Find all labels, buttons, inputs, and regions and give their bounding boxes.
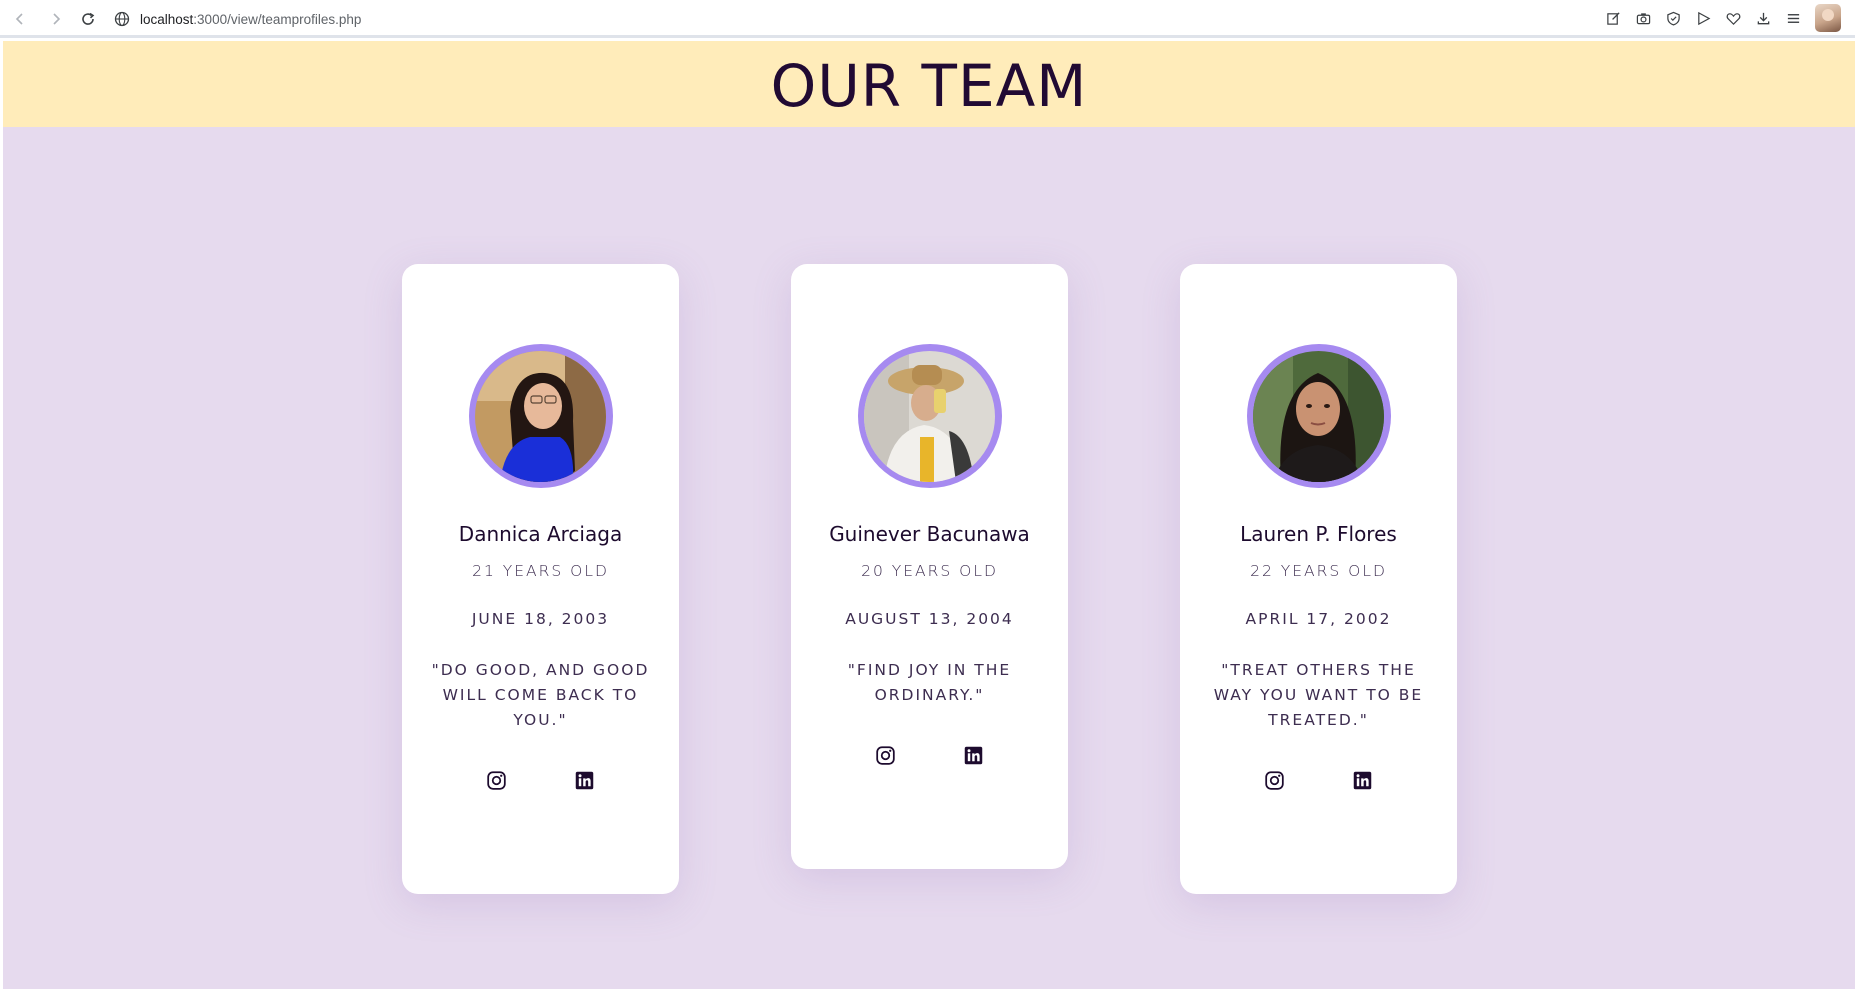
chevron-right-icon: [53, 13, 61, 25]
url-path: :3000/view/teamprofiles.php: [193, 11, 362, 27]
edit-icon: [1606, 11, 1620, 25]
reload-icon: [82, 12, 95, 25]
shield-button[interactable]: [1665, 8, 1681, 28]
header-banner: OUR TEAM: [3, 41, 1855, 127]
profile-photo: [864, 350, 995, 482]
linkedin-icon: [964, 746, 983, 764]
member-birthday: AUGUST 13, 2004: [845, 610, 1014, 628]
profile-photo-ring: [857, 344, 1002, 488]
social-links: [1180, 769, 1457, 791]
page-title: OUR TEAM: [770, 52, 1088, 120]
back-button[interactable]: [8, 7, 32, 31]
reload-button[interactable]: [76, 7, 100, 31]
instagram-icon: [487, 770, 506, 790]
profile-photo-ring: [1246, 344, 1391, 488]
member-birthday: JUNE 18, 2003: [471, 610, 610, 628]
member-age: 22 YEARS OLD: [1250, 562, 1387, 580]
play-button[interactable]: [1695, 8, 1711, 28]
instagram-link[interactable]: [1264, 769, 1286, 791]
profile-photo: [1253, 350, 1384, 482]
team-page: OUR TEAM Dannica Arciaga 21 YEARS OLD JU…: [3, 41, 1855, 989]
forward-button[interactable]: [44, 7, 68, 31]
screenshot-button[interactable]: [1635, 8, 1651, 28]
browser-toolbar: localhost:3000/view/teamprofiles.php: [0, 0, 1855, 38]
instagram-icon: [1265, 770, 1284, 790]
globe-icon: [114, 11, 130, 27]
favorite-button[interactable]: [1725, 8, 1741, 28]
instagram-link[interactable]: [486, 769, 508, 791]
url-host: localhost: [140, 11, 194, 27]
linkedin-link[interactable]: [574, 769, 596, 791]
photo-dannica: [475, 350, 606, 482]
browser-profile-avatar[interactable]: [1815, 4, 1841, 32]
camera-icon: [1636, 12, 1650, 24]
photo-lauren: [1253, 350, 1384, 482]
profile-photo-ring: [468, 344, 613, 488]
team-card-guinever: Guinever Bacunawa 20 YEARS OLD AUGUST 13…: [791, 264, 1068, 869]
member-name: Lauren P. Flores: [1240, 522, 1397, 546]
play-icon: [1697, 11, 1710, 25]
chevron-left-icon: [15, 13, 23, 25]
linkedin-link[interactable]: [1352, 769, 1374, 791]
member-name: Dannica Arciaga: [458, 522, 623, 546]
team-card-lauren: Lauren P. Flores 22 YEARS OLD APRIL 17, …: [1180, 264, 1457, 894]
member-age: 20 YEARS OLD: [861, 562, 998, 580]
menu-button[interactable]: [1785, 8, 1801, 28]
address-bar[interactable]: localhost:3000/view/teamprofiles.php: [114, 8, 361, 30]
member-age: 21 YEARS OLD: [472, 562, 609, 580]
menu-icon: [1787, 13, 1799, 23]
member-birthday: APRIL 17, 2002: [1245, 610, 1392, 628]
member-quote: "FIND JOY IN THE ORDINARY.": [847, 661, 1012, 704]
instagram-link[interactable]: [875, 744, 897, 766]
social-links: [791, 744, 1068, 766]
member-quote: "TREAT OTHERS THE WAY YOU WANT TO BE TRE…: [1213, 661, 1424, 729]
linkedin-icon: [575, 771, 594, 789]
team-card-dannica: Dannica Arciaga 21 YEARS OLD JUNE 18, 20…: [402, 264, 679, 894]
profile-photo: [475, 350, 606, 482]
heart-icon: [1726, 12, 1740, 25]
linkedin-icon: [1353, 771, 1372, 789]
edit-button[interactable]: [1605, 8, 1621, 28]
shield-icon: [1666, 11, 1680, 26]
photo-guinever: [864, 350, 995, 482]
download-icon: [1757, 12, 1769, 24]
download-button[interactable]: [1755, 8, 1771, 28]
member-name: Guinever Bacunawa: [829, 522, 1030, 546]
instagram-icon: [876, 745, 895, 765]
linkedin-link[interactable]: [963, 744, 985, 766]
social-links: [402, 769, 679, 791]
member-quote: "DO GOOD, AND GOOD WILL COME BACK TO YOU…: [431, 661, 650, 729]
